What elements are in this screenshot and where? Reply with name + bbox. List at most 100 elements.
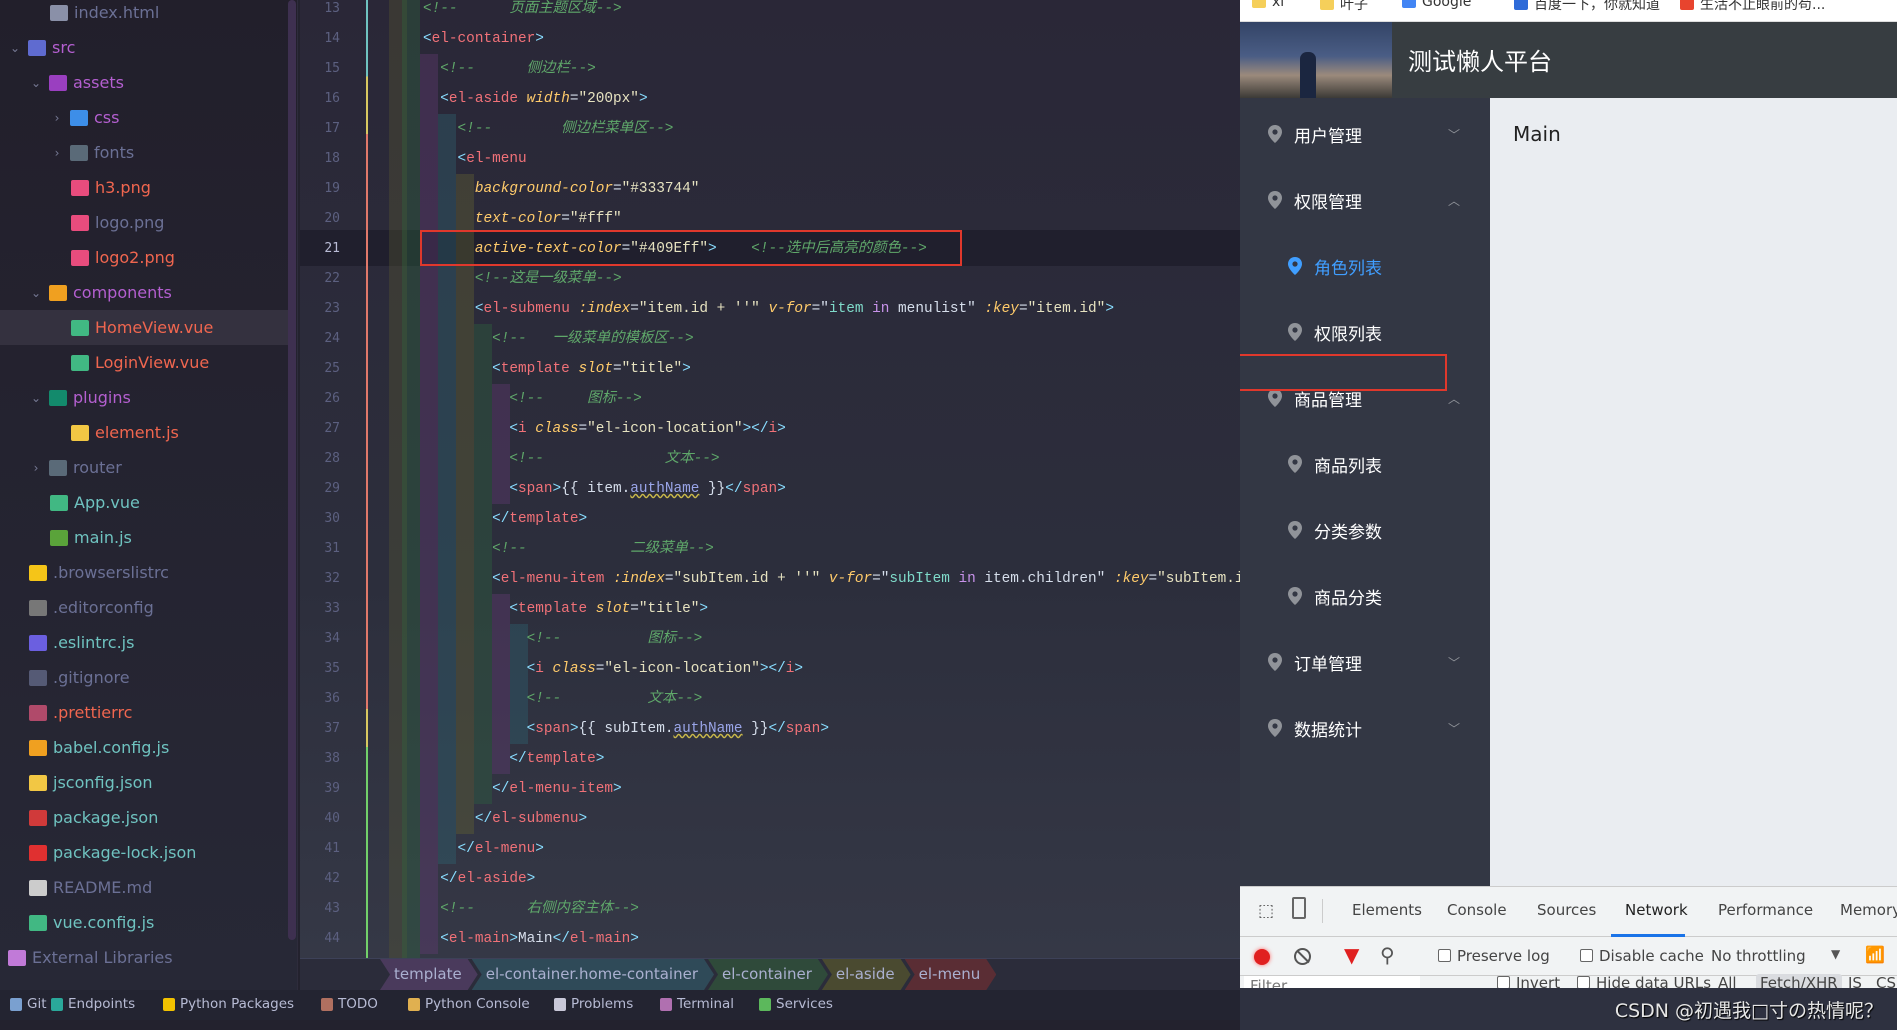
breadcrumb-item[interactable]: el-menu xyxy=(905,959,997,990)
menu-item[interactable]: 权限管理 ︿ xyxy=(1240,180,1490,220)
clear-icon[interactable] xyxy=(1294,948,1311,965)
tree-item[interactable]: .gitignore xyxy=(0,660,292,695)
chevron-down-icon[interactable]: ⌄ xyxy=(29,286,43,300)
breadcrumb-item[interactable]: el-container.home-container xyxy=(472,959,714,990)
code-line[interactable]: <!-- 图标--> xyxy=(423,384,641,414)
bookmark[interactable]: 百度一下，你就知道 xyxy=(1514,0,1660,14)
tree-item[interactable]: External Libraries xyxy=(0,940,292,975)
toolwindow-python-packages-button[interactable]: Python Packages xyxy=(163,996,294,1012)
tree-item[interactable]: ⌄ components xyxy=(0,275,292,310)
chevron-right-icon[interactable]: › xyxy=(50,111,64,125)
code-line[interactable]: <el-aside width="200px"> xyxy=(423,84,647,114)
menu-item[interactable]: 商品列表 xyxy=(1240,444,1490,484)
tab-performance[interactable]: Performance xyxy=(1718,901,1813,919)
type-filter-all[interactable]: All xyxy=(1718,974,1737,988)
preserve-log-checkbox[interactable]: Preserve log xyxy=(1438,947,1550,965)
tree-item[interactable]: › router xyxy=(0,450,292,485)
chevron-right-icon[interactable]: › xyxy=(29,461,43,475)
tree-item[interactable]: .eslintrc.js xyxy=(0,625,292,660)
tab-elements[interactable]: Elements xyxy=(1352,901,1422,919)
code-line[interactable]: <!-- 右侧内容主体--> xyxy=(423,894,639,924)
code-line[interactable]: <!-- 一级菜单的模板区--> xyxy=(423,324,693,354)
chevron-down-icon[interactable]: ⌄ xyxy=(29,391,43,405)
code-line[interactable]: <template slot="title"> xyxy=(423,594,708,624)
type-filter-fetch-xhr[interactable]: Fetch/XHR xyxy=(1756,974,1842,988)
tree-item[interactable]: HomeView.vue xyxy=(0,310,292,345)
tree-item[interactable]: .browserslistrc xyxy=(0,555,292,590)
breadcrumb-item[interactable]: el-container xyxy=(708,959,828,990)
tree-item[interactable]: LoginView.vue xyxy=(0,345,292,380)
breadcrumb-item[interactable]: template xyxy=(380,959,478,990)
menu-item[interactable]: 权限列表 xyxy=(1240,312,1490,352)
code-line[interactable]: <!-- 二级菜单--> xyxy=(423,534,714,564)
tree-item[interactable]: babel.config.js xyxy=(0,730,292,765)
menu-item[interactable]: 用户管理 ﹀ xyxy=(1240,114,1490,154)
code-line[interactable]: </el-submenu> xyxy=(423,804,587,834)
toolwindow-git-button[interactable]: Git xyxy=(10,996,47,1012)
chevron-down-icon[interactable]: ﹀ xyxy=(1448,126,1460,143)
toolwindow-services-button[interactable]: Services xyxy=(759,996,833,1012)
menu-item[interactable]: 数据统计 ﹀ xyxy=(1240,708,1490,748)
type-filter-css[interactable]: CSS xyxy=(1876,974,1897,988)
chevron-down-icon[interactable]: ⌄ xyxy=(29,76,43,90)
chevron-down-icon[interactable]: ⌄ xyxy=(8,41,22,55)
tree-item[interactable]: .prettierrc xyxy=(0,695,292,730)
code-line[interactable]: <template slot="title"> xyxy=(423,354,691,384)
code-line[interactable]: <!-- 文本--> xyxy=(423,444,719,474)
tree-item[interactable]: › css xyxy=(0,100,292,135)
tree-item[interactable]: vue.config.js xyxy=(0,905,292,940)
tree-item[interactable]: index.html xyxy=(0,0,292,30)
menu-item[interactable]: 商品分类 xyxy=(1240,576,1490,616)
tab-console[interactable]: Console xyxy=(1447,901,1507,919)
code-line[interactable]: <span>{{ subItem.authName }}</span> xyxy=(423,714,829,744)
breadcrumb-item[interactable]: el-aside xyxy=(822,959,911,990)
network-conditions-icon[interactable]: 📶 xyxy=(1865,945,1885,964)
code-line[interactable]: <el-menu xyxy=(423,144,527,174)
dropdown-arrow-icon[interactable]: ▼ xyxy=(1831,947,1840,961)
menu-item[interactable]: 订单管理 ﹀ xyxy=(1240,642,1490,682)
code-line[interactable]: <el-menu-item :index = "subItem.id + ''" v… xyxy=(423,564,1240,594)
code-line[interactable]: <!--这是一级菜单--> xyxy=(423,264,622,294)
filter-icon[interactable]: ▼ xyxy=(1344,943,1359,967)
throttling-select[interactable]: No throttling xyxy=(1711,947,1806,965)
chevron-up-icon[interactable]: ︿ xyxy=(1448,192,1460,209)
code-line[interactable]: <i class="el-icon-location"></i> xyxy=(423,654,803,684)
tree-item[interactable]: README.md xyxy=(0,870,292,905)
code-line[interactable]: background-color="#333744" xyxy=(423,174,700,204)
tree-item[interactable]: logo2.png xyxy=(0,240,292,275)
tree-item[interactable]: ⌄ src xyxy=(0,30,292,65)
code-editor[interactable]: 13 <!-- 页面主题区域--> 14 <el-container> 15 <!-- … xyxy=(300,0,1240,958)
chevron-up-icon[interactable]: ︿ xyxy=(1448,390,1460,407)
bookmark[interactable]: 叶子 xyxy=(1320,0,1368,14)
code-line[interactable]: </el-menu-item> xyxy=(423,774,622,804)
toolwindow-endpoints-button[interactable]: Endpoints xyxy=(51,996,135,1012)
tab-memory[interactable]: Memory xyxy=(1840,901,1897,919)
code-line[interactable]: </el-menu> xyxy=(423,834,544,864)
tree-item[interactable]: App.vue xyxy=(0,485,292,520)
tree-item[interactable]: › fonts xyxy=(0,135,292,170)
tree-scrollbar[interactable] xyxy=(288,0,296,940)
code-line[interactable]: </template> xyxy=(423,504,587,534)
tree-item[interactable]: ⌄ assets xyxy=(0,65,292,100)
record-icon[interactable] xyxy=(1254,949,1270,965)
code-line[interactable]: <!-- 页面主题区域--> xyxy=(423,0,622,24)
hide-data-urls-checkbox[interactable]: Hide data URLs xyxy=(1577,974,1711,988)
bookmark[interactable]: Google xyxy=(1402,0,1471,10)
tab-sources[interactable]: Sources xyxy=(1537,901,1596,919)
code-line[interactable]: </template> xyxy=(423,744,604,774)
toolwindow-terminal-button[interactable]: Terminal xyxy=(660,996,734,1012)
tree-item[interactable]: element.js xyxy=(0,415,292,450)
code-line[interactable]: <!-- 文本--> xyxy=(423,684,703,714)
code-line[interactable]: <el-container> xyxy=(423,24,544,54)
type-filter-js[interactable]: JS xyxy=(1848,974,1862,988)
tree-item[interactable]: package.json xyxy=(0,800,292,835)
code-line[interactable]: <i class="el-icon-location"></i> xyxy=(423,414,785,444)
code-line[interactable]: </el-aside> xyxy=(423,864,535,894)
tree-item[interactable]: ⌄ plugins xyxy=(0,380,292,415)
tree-item[interactable]: jsconfig.json xyxy=(0,765,292,800)
code-line[interactable]: <el-main>Main</el-main> xyxy=(423,924,639,954)
menu-item[interactable]: 角色列表 xyxy=(1240,246,1490,286)
tree-item[interactable]: logo.png xyxy=(0,205,292,240)
menu-item[interactable]: 分类参数 xyxy=(1240,510,1490,550)
tab-network[interactable]: Network xyxy=(1625,901,1688,919)
